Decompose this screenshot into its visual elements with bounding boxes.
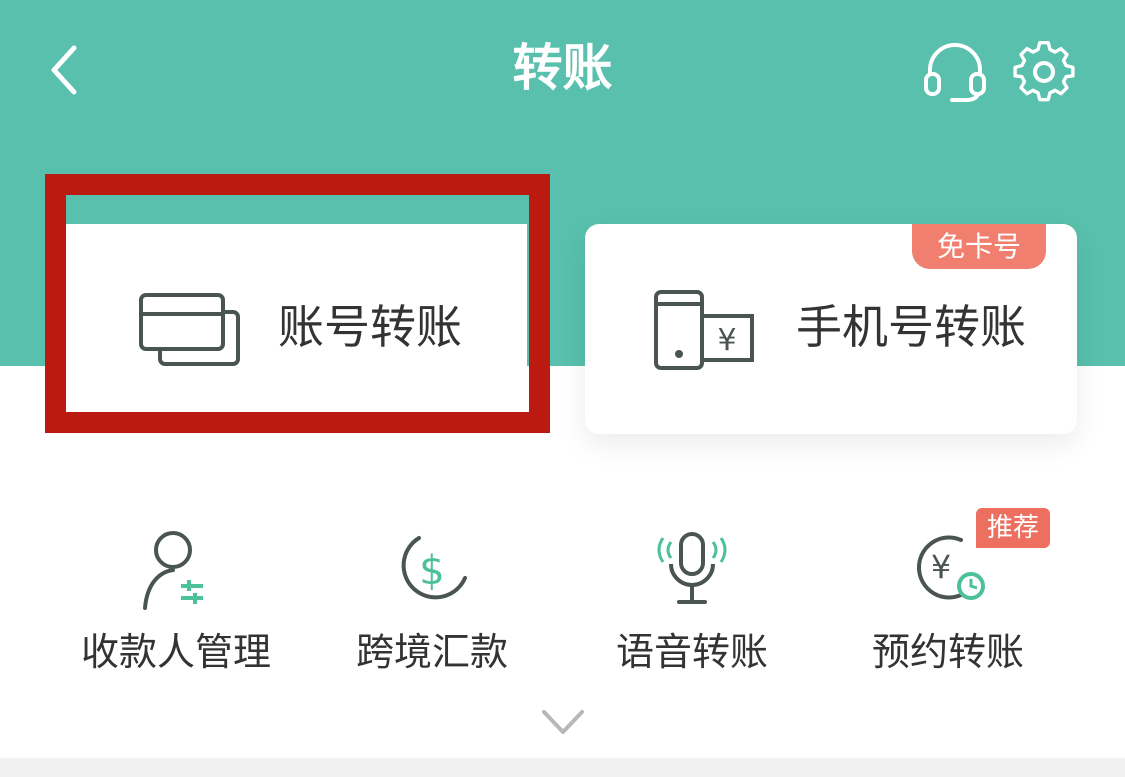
customer-service-button[interactable] [920,36,990,106]
microphone-icon [657,532,727,604]
scheduled-transfer-label: 预约转账 [871,630,1024,674]
gear-icon [1013,40,1075,102]
settings-button[interactable] [1008,36,1080,108]
phone-transfer-label: 手机号转账 [796,300,1026,354]
transfer-page: 转账 账号转账 免卡号 ¥ 手机号转账 收款人管理 $ 跨境汇款 语音转账 ¥ … [0,0,1125,777]
cross-border-remittance-label: 跨境汇款 [355,630,508,674]
expand-button[interactable] [540,704,586,740]
cross-border-remittance[interactable]: $ 跨境汇款 [332,520,532,690]
headset-icon [924,43,986,102]
svg-text:$: $ [419,548,444,594]
section-divider [0,758,1125,777]
svg-text:¥: ¥ [931,548,951,586]
phone-yuan-icon: ¥ [654,290,754,370]
recommend-badge: 推荐 [976,508,1050,548]
voice-transfer-label: 语音转账 [615,630,768,674]
no-card-badge: 免卡号 [912,224,1046,269]
payee-manage-icon [143,531,203,610]
bank-cards-icon [139,293,240,366]
dollar-circle-icon: $ [401,536,467,600]
account-transfer-label: 账号转账 [278,300,462,354]
chevron-down-icon [542,710,584,734]
voice-transfer[interactable]: 语音转账 [592,520,792,690]
payee-management[interactable]: 收款人管理 [76,520,276,690]
svg-text:¥: ¥ [717,323,736,358]
payee-management-label: 收款人管理 [80,630,271,674]
